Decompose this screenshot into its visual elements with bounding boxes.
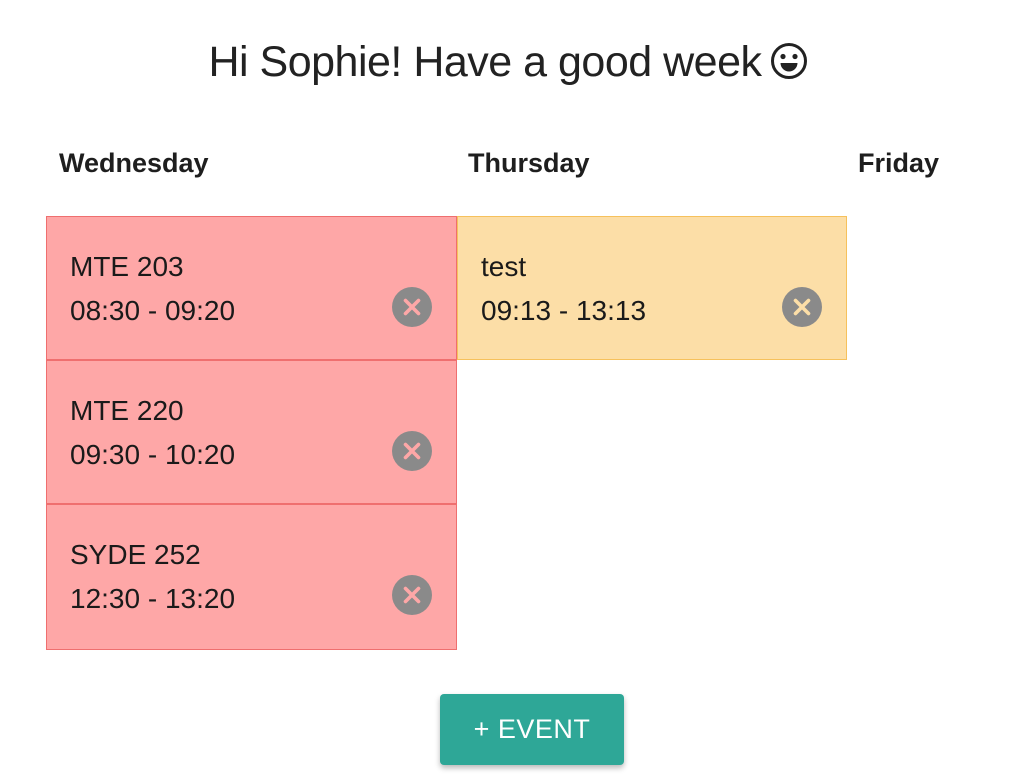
event-card[interactable]: SYDE 252 12:30 - 13:20 [46,504,457,650]
event-card[interactable]: test 09:13 - 13:13 [457,216,847,360]
smiley-icon [770,43,807,79]
event-card[interactable]: MTE 203 08:30 - 09:20 [46,216,457,360]
day-header-wednesday: Wednesday [59,148,209,178]
remove-event-button[interactable] [392,431,432,471]
event-title: MTE 203 [70,251,184,282]
remove-event-button[interactable] [782,287,822,327]
close-circle-icon [793,298,811,316]
close-circle-icon [403,298,421,316]
event-card[interactable]: MTE 220 09:30 - 10:20 [46,360,457,504]
event-title: MTE 220 [70,395,184,426]
add-event-button[interactable]: + EVENT [440,694,624,765]
remove-event-button[interactable] [392,575,432,615]
greeting-text: Hi Sophie! Have a good week [208,38,762,86]
day-header-friday: Friday [858,148,940,178]
event-title: test [481,251,527,282]
remove-event-button[interactable] [392,287,432,327]
week-view: Hi Sophie! Have a good week Wednesday Th… [0,0,1016,782]
event-title: SYDE 252 [70,539,201,570]
close-circle-icon [403,586,421,604]
close-circle-icon [403,442,421,460]
greeting-heading: Hi Sophie! Have a good week [0,38,1016,87]
day-header-thursday: Thursday [468,148,590,178]
